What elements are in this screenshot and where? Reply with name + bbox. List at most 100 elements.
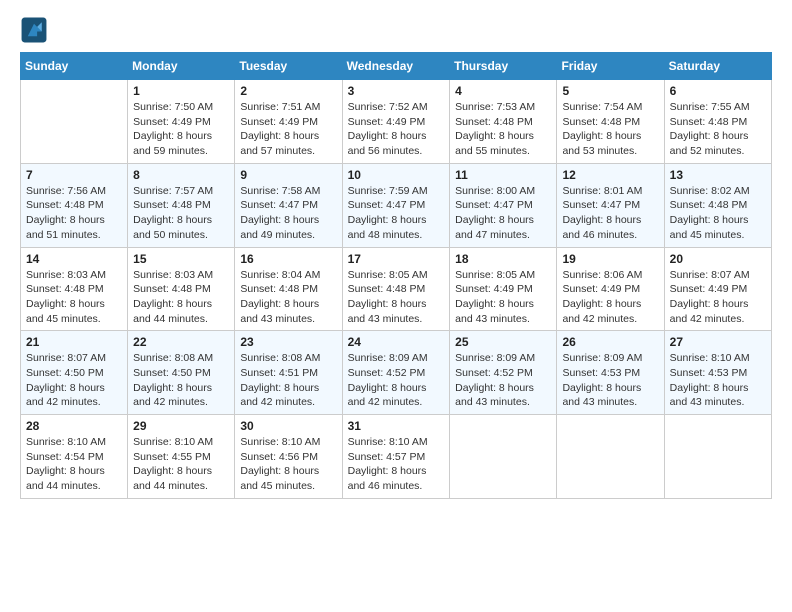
day-info: Sunrise: 8:02 AMSunset: 4:48 PMDaylight:… <box>670 184 766 243</box>
calendar-cell: 21 Sunrise: 8:07 AMSunset: 4:50 PMDayligh… <box>21 331 128 415</box>
day-info: Sunrise: 7:51 AMSunset: 4:49 PMDaylight:… <box>240 100 336 159</box>
day-number: 28 <box>26 419 122 433</box>
day-number: 14 <box>26 252 122 266</box>
calendar-cell: 22 Sunrise: 8:08 AMSunset: 4:50 PMDayligh… <box>128 331 235 415</box>
day-info: Sunrise: 7:50 AMSunset: 4:49 PMDaylight:… <box>133 100 229 159</box>
day-info: Sunrise: 8:07 AMSunset: 4:50 PMDaylight:… <box>26 351 122 410</box>
day-number: 7 <box>26 168 122 182</box>
calendar-cell <box>664 415 771 499</box>
day-number: 11 <box>455 168 551 182</box>
calendar-week-2: 7 Sunrise: 7:56 AMSunset: 4:48 PMDaylight… <box>21 163 772 247</box>
day-number: 26 <box>562 335 658 349</box>
calendar-cell: 26 Sunrise: 8:09 AMSunset: 4:53 PMDayligh… <box>557 331 664 415</box>
calendar-cell: 19 Sunrise: 8:06 AMSunset: 4:49 PMDayligh… <box>557 247 664 331</box>
day-info: Sunrise: 8:07 AMSunset: 4:49 PMDaylight:… <box>670 268 766 327</box>
calendar-cell: 7 Sunrise: 7:56 AMSunset: 4:48 PMDaylight… <box>21 163 128 247</box>
day-info: Sunrise: 8:06 AMSunset: 4:49 PMDaylight:… <box>562 268 658 327</box>
day-number: 20 <box>670 252 766 266</box>
day-number: 3 <box>348 84 445 98</box>
day-info: Sunrise: 8:09 AMSunset: 4:53 PMDaylight:… <box>562 351 658 410</box>
calendar-cell: 9 Sunrise: 7:58 AMSunset: 4:47 PMDaylight… <box>235 163 342 247</box>
day-number: 19 <box>562 252 658 266</box>
calendar-cell <box>21 80 128 164</box>
calendar-week-5: 28 Sunrise: 8:10 AMSunset: 4:54 PMDayligh… <box>21 415 772 499</box>
calendar-cell: 12Sunrise: 8:01 AMSunset: 4:47 PMDayligh… <box>557 163 664 247</box>
calendar-cell: 5 Sunrise: 7:54 AMSunset: 4:48 PMDaylight… <box>557 80 664 164</box>
day-info: Sunrise: 7:53 AMSunset: 4:48 PMDaylight:… <box>455 100 551 159</box>
day-info: Sunrise: 7:54 AMSunset: 4:48 PMDaylight:… <box>562 100 658 159</box>
calendar-week-1: 1 Sunrise: 7:50 AMSunset: 4:49 PMDaylight… <box>21 80 772 164</box>
day-info: Sunrise: 7:56 AMSunset: 4:48 PMDaylight:… <box>26 184 122 243</box>
calendar-cell: 23Sunrise: 8:08 AMSunset: 4:51 PMDayligh… <box>235 331 342 415</box>
logo <box>20 16 52 44</box>
page-header <box>20 16 772 44</box>
day-number: 15 <box>133 252 229 266</box>
calendar-cell: 17 Sunrise: 8:05 AMSunset: 4:48 PMDayligh… <box>342 247 450 331</box>
col-header-friday: Friday <box>557 53 664 80</box>
day-info: Sunrise: 8:08 AMSunset: 4:50 PMDaylight:… <box>133 351 229 410</box>
calendar-cell <box>450 415 557 499</box>
day-number: 6 <box>670 84 766 98</box>
day-number: 25 <box>455 335 551 349</box>
day-number: 1 <box>133 84 229 98</box>
calendar-week-3: 14 Sunrise: 8:03 AMSunset: 4:48 PMDayligh… <box>21 247 772 331</box>
day-info: Sunrise: 8:10 AMSunset: 4:53 PMDaylight:… <box>670 351 766 410</box>
col-header-thursday: Thursday <box>450 53 557 80</box>
calendar-cell: 11 Sunrise: 8:00 AMSunset: 4:47 PMDayligh… <box>450 163 557 247</box>
day-info: Sunrise: 8:10 AMSunset: 4:56 PMDaylight:… <box>240 435 336 494</box>
day-info: Sunrise: 8:08 AMSunset: 4:51 PMDaylight:… <box>240 351 336 410</box>
day-info: Sunrise: 8:10 AMSunset: 4:55 PMDaylight:… <box>133 435 229 494</box>
day-number: 27 <box>670 335 766 349</box>
day-number: 5 <box>562 84 658 98</box>
day-number: 17 <box>348 252 445 266</box>
col-header-saturday: Saturday <box>664 53 771 80</box>
day-number: 18 <box>455 252 551 266</box>
col-header-wednesday: Wednesday <box>342 53 450 80</box>
day-number: 4 <box>455 84 551 98</box>
day-number: 8 <box>133 168 229 182</box>
calendar-table: SundayMondayTuesdayWednesdayThursdayFrid… <box>20 52 772 499</box>
calendar-cell: 8Sunrise: 7:57 AMSunset: 4:48 PMDaylight… <box>128 163 235 247</box>
calendar-cell: 1 Sunrise: 7:50 AMSunset: 4:49 PMDaylight… <box>128 80 235 164</box>
day-info: Sunrise: 8:03 AMSunset: 4:48 PMDaylight:… <box>133 268 229 327</box>
calendar-cell: 28 Sunrise: 8:10 AMSunset: 4:54 PMDayligh… <box>21 415 128 499</box>
day-number: 30 <box>240 419 336 433</box>
day-info: Sunrise: 8:03 AMSunset: 4:48 PMDaylight:… <box>26 268 122 327</box>
day-info: Sunrise: 7:52 AMSunset: 4:49 PMDaylight:… <box>348 100 445 159</box>
calendar-cell: 20 Sunrise: 8:07 AMSunset: 4:49 PMDayligh… <box>664 247 771 331</box>
day-info: Sunrise: 8:00 AMSunset: 4:47 PMDaylight:… <box>455 184 551 243</box>
day-info: Sunrise: 8:05 AMSunset: 4:48 PMDaylight:… <box>348 268 445 327</box>
calendar-cell: 30 Sunrise: 8:10 AMSunset: 4:56 PMDayligh… <box>235 415 342 499</box>
calendar-cell: 18 Sunrise: 8:05 AMSunset: 4:49 PMDayligh… <box>450 247 557 331</box>
day-info: Sunrise: 8:10 AMSunset: 4:57 PMDaylight:… <box>348 435 445 494</box>
calendar-cell: 16Sunrise: 8:04 AMSunset: 4:48 PMDayligh… <box>235 247 342 331</box>
day-info: Sunrise: 8:09 AMSunset: 4:52 PMDaylight:… <box>348 351 445 410</box>
calendar-cell: 2Sunrise: 7:51 AMSunset: 4:49 PMDaylight… <box>235 80 342 164</box>
day-number: 22 <box>133 335 229 349</box>
day-info: Sunrise: 8:09 AMSunset: 4:52 PMDaylight:… <box>455 351 551 410</box>
day-number: 10 <box>348 168 445 182</box>
calendar-cell: 3 Sunrise: 7:52 AMSunset: 4:49 PMDaylight… <box>342 80 450 164</box>
col-header-tuesday: Tuesday <box>235 53 342 80</box>
day-number: 24 <box>348 335 445 349</box>
calendar-cell: 31Sunrise: 8:10 AMSunset: 4:57 PMDayligh… <box>342 415 450 499</box>
calendar-cell: 24 Sunrise: 8:09 AMSunset: 4:52 PMDayligh… <box>342 331 450 415</box>
day-number: 29 <box>133 419 229 433</box>
day-info: Sunrise: 8:10 AMSunset: 4:54 PMDaylight:… <box>26 435 122 494</box>
calendar-week-4: 21 Sunrise: 8:07 AMSunset: 4:50 PMDayligh… <box>21 331 772 415</box>
calendar-cell: 14 Sunrise: 8:03 AMSunset: 4:48 PMDayligh… <box>21 247 128 331</box>
calendar-cell: 27 Sunrise: 8:10 AMSunset: 4:53 PMDayligh… <box>664 331 771 415</box>
col-header-sunday: Sunday <box>21 53 128 80</box>
day-info: Sunrise: 7:55 AMSunset: 4:48 PMDaylight:… <box>670 100 766 159</box>
calendar-cell: 4 Sunrise: 7:53 AMSunset: 4:48 PMDaylight… <box>450 80 557 164</box>
day-info: Sunrise: 8:05 AMSunset: 4:49 PMDaylight:… <box>455 268 551 327</box>
day-info: Sunrise: 7:58 AMSunset: 4:47 PMDaylight:… <box>240 184 336 243</box>
day-number: 12 <box>562 168 658 182</box>
calendar-header-row: SundayMondayTuesdayWednesdayThursdayFrid… <box>21 53 772 80</box>
col-header-monday: Monday <box>128 53 235 80</box>
calendar-cell: 13 Sunrise: 8:02 AMSunset: 4:48 PMDayligh… <box>664 163 771 247</box>
day-number: 21 <box>26 335 122 349</box>
day-number: 13 <box>670 168 766 182</box>
day-number: 9 <box>240 168 336 182</box>
day-info: Sunrise: 8:04 AMSunset: 4:48 PMDaylight:… <box>240 268 336 327</box>
